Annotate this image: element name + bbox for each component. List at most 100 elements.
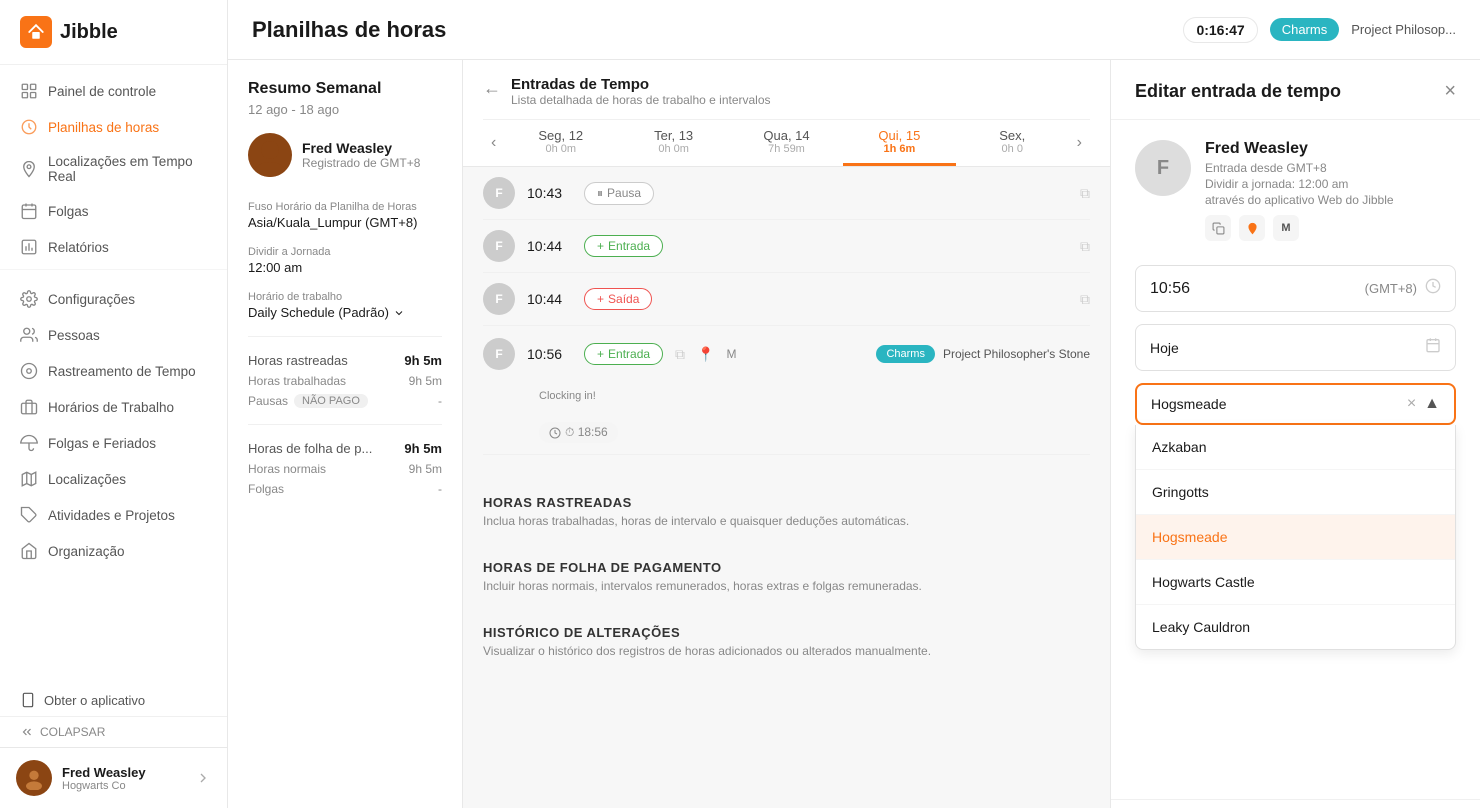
timer-display: 0:16:47: [1183, 17, 1257, 43]
entry-badge-1: +Entrada: [584, 235, 663, 257]
payroll-label: Horas de folha de p...: [248, 441, 372, 456]
calendar-icon[interactable]: [1425, 337, 1441, 358]
copy-icon-2[interactable]: ⧉: [1080, 291, 1090, 308]
dropdown-item-azkaban[interactable]: Azkaban: [1136, 425, 1455, 470]
sidebar-item-folgas-feriados[interactable]: Folgas e Feriados: [0, 425, 227, 461]
days-grid: Seg, 12 0h 0m Ter, 13 0h 0m Qua, 14 7h 5…: [504, 120, 1068, 166]
dropdown-label-hogwarts: Hogwarts Castle: [1152, 574, 1255, 590]
sidebar-user-info: Fred Weasley Hogwarts Co: [62, 765, 185, 792]
days-nav: ‹ Seg, 12 0h 0m Ter, 13 0h 0m Qua, 14 7h: [483, 119, 1090, 166]
emp-name: Fred Weasley: [302, 140, 420, 156]
location-actions: × ▲: [1407, 395, 1440, 413]
copy-detail-icon[interactable]: [1205, 215, 1231, 241]
section-header-1: HORAS DE FOLHA DE PAGAMENTO: [463, 540, 1110, 579]
day-col-0[interactable]: Seg, 12 0h 0m: [504, 120, 617, 166]
copy-icon-0[interactable]: ⧉: [1080, 185, 1090, 202]
mobile-detail-icon[interactable]: M: [1273, 215, 1299, 241]
sidebar-item-relatorios[interactable]: Relatórios: [0, 229, 227, 265]
pin-detail-icon[interactable]: [1239, 215, 1265, 241]
drawer-user-name: Fred Weasley: [1205, 140, 1394, 158]
sidebar-item-planilhas[interactable]: Planilhas de horas: [0, 109, 227, 145]
time-entries-header: ← Entradas de Tempo Lista detalhada de h…: [463, 60, 1110, 167]
day-hours-2: 7h 59m: [734, 143, 839, 155]
location-field[interactable]: Hogsmeade × ▲: [1135, 383, 1456, 425]
dropdown-item-gringotts[interactable]: Gringotts: [1136, 470, 1455, 515]
sidebar-nav: Painel de controle Planilhas de horas Lo…: [0, 65, 227, 684]
day-col-1[interactable]: Ter, 13 0h 0m: [617, 120, 730, 166]
normal-value: 9h 5m: [409, 462, 442, 476]
back-button[interactable]: ←: [483, 78, 501, 99]
dropdown-item-leaky[interactable]: Leaky Cauldron: [1136, 605, 1455, 649]
entry-time-1: 10:44: [527, 238, 572, 254]
sidebar-item-pessoas-label: Pessoas: [48, 328, 100, 343]
clock-icon[interactable]: [1425, 278, 1441, 299]
entry-charms-badge: Charms: [876, 345, 935, 363]
collapse-button[interactable]: COLAPSAR: [0, 716, 227, 747]
vacations-row: Folgas -: [248, 482, 442, 496]
sidebar-item-configuracoes-label: Configurações: [48, 292, 135, 307]
left-panel: Resumo Semanal 12 ago - 18 ago Fred Weas…: [228, 60, 463, 808]
copy-icon-3[interactable]: ⧉: [675, 346, 685, 363]
logo-area: Jibble: [0, 0, 227, 65]
entry-row-3: F 10:56 +Entrada ⧉ 📍 M Charms Project Ph…: [483, 326, 1090, 455]
copy-icon-1[interactable]: ⧉: [1080, 238, 1090, 255]
dropdown-item-hogwarts[interactable]: Hogwarts Castle: [1136, 560, 1455, 605]
schedule-chevron-icon: [393, 307, 405, 319]
normal-label: Horas normais: [248, 462, 326, 476]
emp-info: Fred Weasley Registrado de GMT+8: [302, 140, 420, 170]
vacations-label: Folgas: [248, 482, 284, 496]
sidebar: Jibble Painel de controle Planilhas de h…: [0, 0, 228, 808]
date-field[interactable]: Hoje: [1135, 324, 1456, 371]
vacations-value: -: [438, 482, 442, 496]
entry-avatar-2: F: [483, 283, 515, 315]
drawer-avatar: F: [1135, 140, 1191, 196]
sidebar-item-painel[interactable]: Painel de controle: [0, 73, 227, 109]
sidebar-item-rastreamento[interactable]: Rastreamento de Tempo: [0, 353, 227, 389]
sidebar-item-localizacoes-label: Localizações em Tempo Real: [48, 154, 207, 184]
header-right: 0:16:47 Charms Project Philosop...: [1183, 17, 1456, 43]
entry-row-2: F 10:44 +Saída ⧉: [483, 273, 1090, 326]
sidebar-user-area[interactable]: Fred Weasley Hogwarts Co: [0, 747, 227, 808]
section-header-0: HORAS RASTREADAS: [463, 475, 1110, 514]
sidebar-item-configuracoes[interactable]: Configurações: [0, 281, 227, 317]
sidebar-item-horarios[interactable]: Horários de Trabalho: [0, 389, 227, 425]
day-hours-3: 1h 6m: [847, 143, 952, 155]
day-col-4[interactable]: Sex, 0h 0: [956, 120, 1069, 166]
next-day-button[interactable]: ›: [1069, 124, 1090, 162]
split-section: Dividir a Jornada 12:00 am: [248, 246, 442, 275]
dropdown-label-azkaban: Azkaban: [1152, 439, 1206, 455]
sidebar-item-pessoas[interactable]: Pessoas: [0, 317, 227, 353]
time-field[interactable]: 10:56 (GMT+8): [1135, 265, 1456, 312]
prev-day-button[interactable]: ‹: [483, 124, 504, 162]
get-app-item[interactable]: Obter o aplicativo: [0, 684, 227, 716]
date-value: Hoje: [1150, 340, 1179, 356]
weekly-summary-title: Resumo Semanal: [248, 80, 442, 98]
sidebar-item-organizacao[interactable]: Organização: [0, 533, 227, 569]
location-dropdown: Azkaban Gringotts Hogsmeade Hogwarts Cas…: [1135, 425, 1456, 650]
sidebar-item-localizacoes[interactable]: Localizações em Tempo Real: [0, 145, 227, 193]
entry-type-1: Entrada: [608, 239, 650, 253]
day-name-1: Ter, 13: [621, 128, 726, 143]
chevron-up-icon[interactable]: ▲: [1424, 395, 1440, 413]
charms-badge[interactable]: Charms: [1270, 18, 1340, 41]
close-button[interactable]: ×: [1444, 80, 1456, 103]
clear-location-button[interactable]: ×: [1407, 395, 1416, 413]
sidebar-item-localizacoes2[interactable]: Localizações: [0, 461, 227, 497]
emp-avatar: [248, 133, 292, 177]
divider-1: [248, 336, 442, 337]
breaks-value: -: [438, 394, 442, 408]
sidebar-item-folgas-label: Folgas: [48, 204, 89, 219]
entry-project: Project Philosopher's Stone: [943, 347, 1090, 361]
entry-time-3: 10:56: [527, 346, 572, 362]
schedule-dropdown[interactable]: Daily Schedule (Padrão): [248, 305, 405, 320]
day-hours-0: 0h 0m: [508, 143, 613, 155]
day-col-2[interactable]: Qua, 14 7h 59m: [730, 120, 843, 166]
logo-icon: [20, 16, 52, 48]
sidebar-item-folgas[interactable]: Folgas: [0, 193, 227, 229]
sidebar-item-atividades[interactable]: Atividades e Projetos: [0, 497, 227, 533]
teh-text: Entradas de Tempo Lista detalhada de hor…: [511, 76, 771, 107]
day-col-3[interactable]: Qui, 15 1h 6m: [843, 120, 956, 166]
footer-time-label: ⏱ 18:56: [539, 422, 618, 443]
dropdown-item-hogsmeade[interactable]: Hogsmeade: [1136, 515, 1455, 560]
entry-time-2: 10:44: [527, 291, 572, 307]
